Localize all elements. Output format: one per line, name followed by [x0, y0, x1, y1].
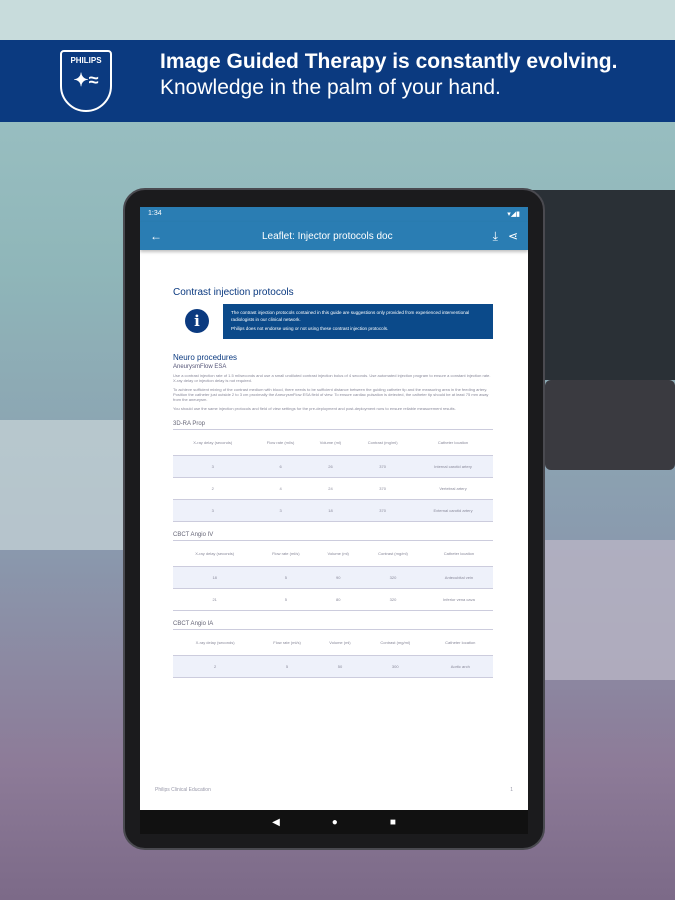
table-cell: 3 [173, 455, 253, 478]
info-text: The contrast injection protocols contain… [231, 310, 470, 322]
paragraph: Use a contrast injection rate of 1.5 ml/… [173, 372, 491, 383]
column-header: Volume (ml) [308, 429, 353, 456]
table-cell: 300 [363, 655, 428, 678]
footer-text: Philips Clinical Education [155, 787, 211, 793]
table-cell: 24 [308, 477, 353, 500]
table-row: 21 5 80 320 Inferior vena cava [173, 588, 493, 611]
banner-headline: Image Guided Therapy is constantly evolv… [160, 50, 618, 73]
table-cell: 18 [308, 499, 353, 522]
android-nav-bar: ◀ ● ■ [140, 810, 528, 834]
table-cell: Inferior vena cava [424, 588, 493, 611]
column-header: X-ray delay (seconds) [173, 540, 257, 567]
doc-title: Contrast injection protocols [173, 287, 294, 298]
column-header: Catheter location [413, 429, 493, 456]
table-cell: 90 [315, 566, 362, 589]
table-cell: 370 [352, 455, 414, 478]
table-cell: 3 [173, 499, 253, 522]
nav-recents-icon[interactable]: ■ [390, 817, 396, 828]
protocol-table: X-ray delay (seconds) Flow rate (ml/s) Vol… [173, 428, 493, 522]
column-header: Contrast (mg/ml) [361, 540, 425, 567]
table-title: 3D-RA Prop [173, 420, 206, 427]
document-page: Contrast injection protocols i The contr… [173, 287, 493, 678]
table-row: 3 3 18 370 External carotid artery [173, 499, 493, 522]
table-cell: 18 [173, 566, 257, 589]
table-cell: 2 [173, 477, 253, 500]
info-notice: i The contrast injection protocols conta… [173, 304, 493, 339]
nav-back-icon[interactable]: ◀ [272, 817, 280, 828]
table-row: 3 6 26 370 Internal carotid artery [173, 455, 493, 478]
table-cell: 4 [252, 477, 309, 500]
column-header: Volume (ml) [315, 540, 362, 567]
column-header: Contrast (mg/ml) [363, 629, 428, 656]
table-row: 18 5 90 320 Antecubital vein [173, 566, 493, 589]
app-bar: ← Leaflet: Injector protocols doc ⤓ ⋖ [140, 222, 528, 250]
column-header: X-ray delay (seconds) [173, 629, 258, 656]
table-row: 2 5 50 300 Aortic arch [173, 655, 493, 678]
table-cell: 80 [315, 588, 362, 611]
column-header: Contrast (mg/ml) [352, 429, 414, 456]
table-row: 2 4 24 370 Vertebral artery [173, 477, 493, 500]
protocol-table: X-ray delay (seconds) Flow rate (ml/s) Vol… [173, 628, 493, 678]
table-cell: 50 [316, 655, 364, 678]
table-cell: 2 [173, 655, 258, 678]
table-cell: 3 [252, 499, 309, 522]
page-title: Leaflet: Injector protocols doc [261, 230, 393, 242]
table-cell: 370 [352, 499, 414, 522]
paragraph: To achieve sufficient mixing of the cont… [173, 386, 489, 402]
brand-name: PHILIPS [70, 56, 102, 65]
back-arrow-icon[interactable]: ← [150, 229, 162, 243]
section-heading: Neuro procedures [173, 352, 238, 362]
table-cell: 6 [252, 455, 309, 478]
table-title: CBCT Angio IV [173, 531, 214, 538]
table-cell: Vertebral artery [413, 477, 493, 500]
status-bar: 1:34 ▾◢▮ [140, 207, 528, 222]
protocol-table: X-ray delay (seconds) Flow rate (ml/s) Vol… [173, 539, 493, 611]
subsection-heading: AneurysmFlow ESA [173, 363, 227, 370]
column-header: Flow rate (ml/s) [257, 629, 317, 656]
table-cell: 5 [256, 566, 316, 589]
download-icon[interactable]: ⤓ [493, 229, 498, 244]
tablet-device: 1:34 ▾◢▮ ← Leaflet: Injector protocols do… [123, 188, 545, 850]
status-time: 1:34 [148, 210, 162, 217]
share-icon[interactable]: ⋖ [508, 229, 518, 243]
doc-footer: Philips Clinical Education 1 [155, 787, 513, 793]
column-header: Volume (ml) [316, 629, 364, 656]
info-text: Philips does not endorse using or not us… [231, 326, 389, 331]
table-cell: 21 [173, 588, 257, 611]
page-number: 1 [510, 787, 513, 793]
table-cell: 26 [308, 455, 353, 478]
philips-logo: PHILIPS ✦≈ [60, 50, 112, 112]
table-cell: Antecubital vein [424, 566, 493, 589]
signal-battery-icon: ▾◢▮ [507, 211, 520, 218]
app-screen: 1:34 ▾◢▮ ← Leaflet: Injector protocols do… [140, 207, 528, 834]
promo-banner: PHILIPS ✦≈ Image Guided Therapy is consta… [0, 40, 675, 122]
column-header: Flow rate (ml/s) [252, 429, 309, 456]
table-cell: 5 [257, 655, 317, 678]
info-icon: i [185, 309, 209, 334]
table-cell: 5 [256, 588, 316, 611]
column-header: Flow rate (ml/s) [256, 540, 316, 567]
paragraph: You should use the same injection protoc… [173, 405, 456, 411]
table-cell: 320 [361, 588, 425, 611]
table-cell: 370 [352, 477, 414, 500]
table-cell: Aortic arch [427, 655, 493, 678]
table-cell: Internal carotid artery [413, 455, 493, 478]
column-header: Catheter location [424, 540, 493, 567]
table-cell: 320 [361, 566, 425, 589]
nav-home-icon[interactable]: ● [332, 817, 338, 828]
column-header: X-ray delay (seconds) [173, 429, 253, 456]
banner-subline: Knowledge in the palm of your hand. [160, 76, 501, 99]
table-title: CBCT Angio IA [173, 620, 214, 627]
table-cell: External carotid artery [413, 499, 493, 522]
column-header: Catheter location [427, 629, 493, 656]
